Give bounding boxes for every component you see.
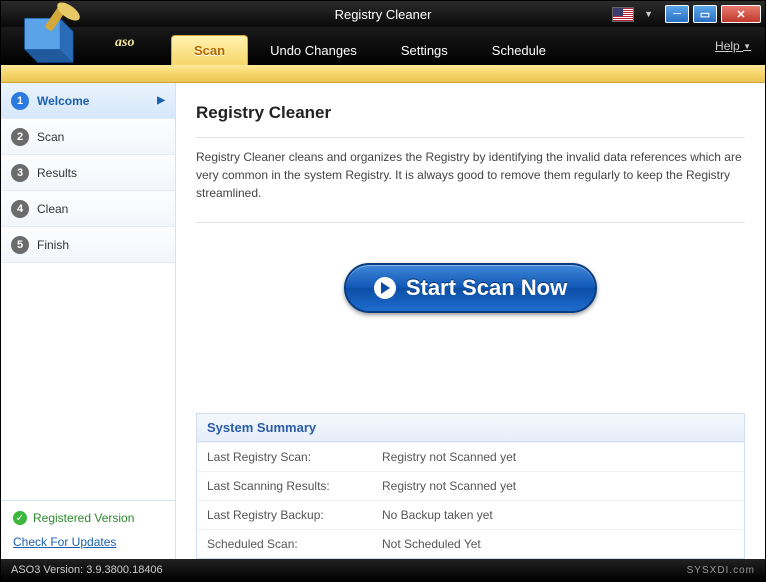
sidebar-footer: ✓ Registered Version Check For Updates: [1, 500, 176, 559]
summary-row: Last Scanning Results: Registry not Scan…: [197, 471, 744, 500]
chevron-right-icon: ▶: [157, 95, 165, 106]
page-heading: Registry Cleaner: [196, 103, 745, 123]
play-icon: [374, 277, 396, 299]
brand-label: aso: [115, 35, 134, 51]
chevron-down-icon: ▼: [743, 42, 751, 51]
summary-row: Last Registry Backup: No Backup taken ye…: [197, 500, 744, 529]
sidebar-step-label: Clean: [37, 202, 68, 216]
gold-band: [1, 65, 765, 83]
sidebar-step-label: Scan: [37, 130, 64, 144]
language-flag-icon[interactable]: [612, 7, 634, 22]
main-content: Registry Cleaner Registry Cleaner cleans…: [176, 83, 765, 559]
page-description: Registry Cleaner cleans and organizes th…: [196, 148, 745, 202]
body: 1 Welcome ▶ 2 Scan 3 Results 4 Clean 5: [1, 83, 765, 559]
window-title: Registry Cleaner: [1, 7, 765, 22]
sidebar-step-results[interactable]: 3 Results: [1, 155, 175, 191]
sidebar: 1 Welcome ▶ 2 Scan 3 Results 4 Clean 5: [1, 83, 176, 559]
sidebar-step-clean[interactable]: 4 Clean: [1, 191, 175, 227]
system-summary-title: System Summary: [197, 414, 744, 442]
sidebar-step-welcome[interactable]: 1 Welcome ▶: [1, 83, 175, 119]
divider: [196, 222, 745, 223]
system-summary-panel: System Summary Last Registry Scan: Regis…: [196, 413, 745, 559]
start-scan-button[interactable]: Start Scan Now: [344, 263, 597, 313]
app-logo-icon: [1, 1, 106, 71]
tab-undo-changes[interactable]: Undo Changes: [248, 35, 379, 65]
check-for-updates-link[interactable]: Check For Updates: [13, 535, 163, 549]
divider: [196, 137, 745, 138]
version-label: ASO3 Version: 3.9.3800.18406: [11, 564, 163, 576]
watermark: SYSXDI.com: [687, 565, 755, 576]
tab-scan[interactable]: Scan: [171, 35, 248, 65]
titlebar: Registry Cleaner ▼ ─ ▭ ✕: [1, 1, 765, 27]
summary-row: Last Registry Scan: Registry not Scanned…: [197, 442, 744, 471]
registered-version-label: ✓ Registered Version: [13, 511, 163, 525]
status-bar: ASO3 Version: 3.9.3800.18406 SYSXDI.com: [1, 559, 765, 581]
help-menu[interactable]: Help ▼: [701, 27, 765, 65]
tab-schedule[interactable]: Schedule: [470, 35, 568, 65]
sidebar-step-label: Welcome: [37, 94, 89, 108]
check-circle-icon: ✓: [13, 511, 27, 525]
app-window: Registry Cleaner ▼ ─ ▭ ✕ Scan Undo Chang…: [0, 0, 766, 582]
sidebar-step-label: Finish: [37, 238, 69, 252]
sidebar-step-scan[interactable]: 2 Scan: [1, 119, 175, 155]
sidebar-step-label: Results: [37, 166, 77, 180]
sidebar-step-finish[interactable]: 5 Finish: [1, 227, 175, 263]
summary-row: Scheduled Scan: Not Scheduled Yet: [197, 529, 744, 558]
tab-settings[interactable]: Settings: [379, 35, 470, 65]
